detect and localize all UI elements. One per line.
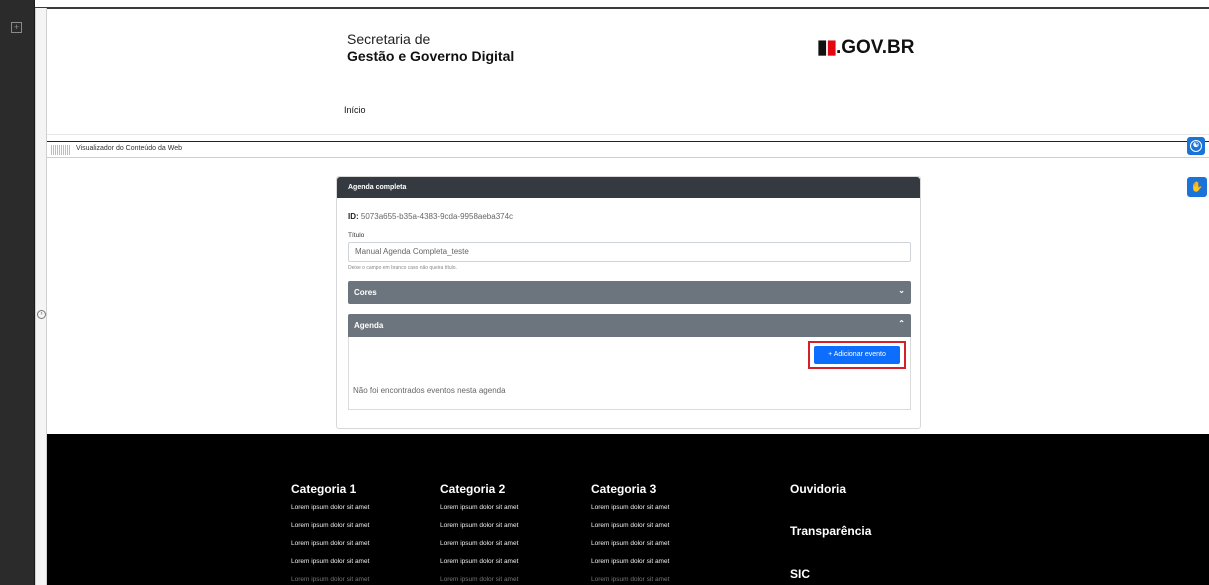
footer-link[interactable]: Lorem ipsum dolor sit amet [291,540,369,558]
sp-gov-logo[interactable]: ▮ ▮ .GOV.BR [817,36,914,59]
add-panel-icon[interactable]: + [11,22,22,33]
accessibility-icon: ☯ [1190,140,1202,152]
chevron-up-icon: ⌃ [898,319,905,328]
nav-inicio-link[interactable]: Início [344,105,366,115]
logo-sp-mark: ▮ [817,37,828,58]
footer-column-2: Categoria 2 Lorem ipsum dolor sit amet L… [440,482,518,585]
titulo-hint: Deixe o campo em branco caso não queira … [348,265,457,271]
agenda-accordion-header[interactable]: Agenda ⌃ [348,314,911,337]
footer-link-transparencia[interactable]: Transparência [790,524,871,538]
footer-link[interactable]: Lorem ipsum dolor sit amet [291,576,369,585]
agenda-label: Agenda [354,321,384,330]
footer-link[interactable]: Lorem ipsum dolor sit amet [591,522,669,540]
footer-link[interactable]: Lorem ipsum dolor sit amet [291,558,369,576]
footer-column-3: Categoria 3 Lorem ipsum dolor sit amet L… [591,482,669,585]
footer-link[interactable]: Lorem ipsum dolor sit amet [291,504,369,522]
add-event-button[interactable]: + Adicionar evento [814,346,900,364]
cores-label: Cores [354,288,377,297]
footer-column-title: Categoria 1 [291,482,357,496]
empty-events-message: Não foi encontrados eventos nesta agenda [353,386,506,395]
header-divider [47,134,1209,135]
id-label: ID: [348,212,359,221]
logo-text: .GOV.BR [835,36,915,58]
agenda-accordion-body: + Adicionar evento Não foi encontrados e… [348,337,911,410]
cores-accordion-header[interactable]: Cores ⌄ [348,281,911,304]
footer-link-ouvidoria[interactable]: Ouvidoria [790,482,846,496]
id-value: 5073a655-b35a-4383-9cda-9958aeba374c [360,212,514,221]
footer-column-title: Categoria 3 [591,482,657,496]
footer-link[interactable]: Lorem ipsum dolor sit amet [440,540,518,558]
panel-title: Agenda completa [337,177,920,198]
footer-link-sic[interactable]: SIC [790,567,810,581]
sign-language-icon: ✋ [1190,181,1204,193]
sign-language-button[interactable]: ✋ [1187,177,1207,197]
titulo-label: Título [348,232,365,239]
agenda-panel: Agenda completa ID: 5073a655-b35a-4383-9… [336,176,921,429]
footer-link[interactable]: Lorem ipsum dolor sit amet [440,504,518,522]
footer-link[interactable]: Lorem ipsum dolor sit amet [291,522,369,540]
editor-inner-rail: › [35,8,47,585]
viewer-label: Visualizador do Conteúdo da Web [76,145,182,152]
page: + › Secretaria de Gestão e Governo Digit… [0,0,1209,585]
footer-column-1: Categoria 1 Lorem ipsum dolor sit amet L… [291,482,369,585]
site-header: Secretaria de Gestão e Governo Digital ▮… [47,9,1209,135]
logo-sp-mark-red: ▮ [826,37,837,58]
agenda-id: ID: 5073a655-b35a-4383-9cda-9958aeba374c [348,212,513,221]
titulo-input[interactable]: Manual Agenda Completa_teste [348,242,911,262]
collapse-rail-icon[interactable]: › [37,310,46,319]
footer-column-title: Categoria 2 [440,482,506,496]
footer-link[interactable]: Lorem ipsum dolor sit amet [591,540,669,558]
editor-left-rail: + [0,0,35,585]
accessibility-button[interactable]: ☯ [1187,137,1205,155]
footer-link[interactable]: Lorem ipsum dolor sit amet [440,558,518,576]
footer-link[interactable]: Lorem ipsum dolor sit amet [440,522,518,540]
footer-link[interactable]: Lorem ipsum dolor sit amet [440,576,518,585]
brand-line-2: Gestão e Governo Digital [347,48,515,64]
footer-link[interactable]: Lorem ipsum dolor sit amet [591,576,669,585]
drag-grip-icon[interactable] [51,145,70,155]
footer-link[interactable]: Lorem ipsum dolor sit amet [591,504,669,522]
chevron-down-icon: ⌄ [898,286,905,295]
web-content-viewer-bar[interactable]: Visualizador do Conteúdo da Web [47,141,1209,158]
brand-line-1: Secretaria de [347,31,431,47]
footer-link[interactable]: Lorem ipsum dolor sit amet [591,558,669,576]
site-footer: Categoria 1 Lorem ipsum dolor sit amet L… [47,434,1209,585]
